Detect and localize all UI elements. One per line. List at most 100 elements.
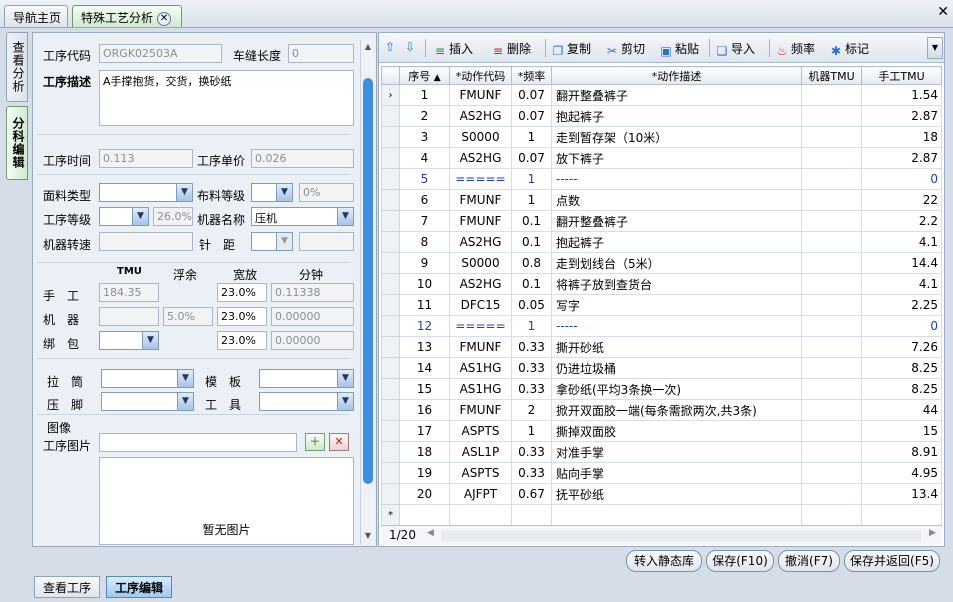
add-image-icon[interactable]: ＋ bbox=[305, 433, 325, 451]
cell-code[interactable]: AS1HG bbox=[449, 357, 512, 379]
cell-code[interactable]: ASPTS bbox=[449, 420, 512, 442]
chevron-down-icon[interactable]: ▼ bbox=[337, 208, 353, 225]
cell-no[interactable]: 9 bbox=[399, 252, 450, 274]
table-row[interactable]: 12 ===== 1 ----- 0 bbox=[381, 315, 942, 337]
save-button[interactable]: 保存(F10) bbox=[706, 550, 774, 572]
cell-desc[interactable]: 对准手掌 bbox=[551, 441, 802, 463]
table-row[interactable]: 8 AS2HG 0.1 抱起裤子 4.1 bbox=[381, 231, 942, 253]
cell-freq[interactable]: 0.33 bbox=[511, 462, 552, 484]
cell-desc[interactable]: 走到暂存架（10米） bbox=[551, 126, 802, 148]
cell-code[interactable]: ASL1P bbox=[449, 441, 512, 463]
cell-freq[interactable]: 0.07 bbox=[511, 147, 552, 169]
cell-machine-tmu[interactable] bbox=[801, 336, 862, 358]
cell-code[interactable]: S0000 bbox=[449, 252, 512, 274]
cell-desc[interactable]: 撕掉双面胶 bbox=[551, 420, 802, 442]
cell-machine-tmu[interactable] bbox=[801, 210, 862, 232]
row-indicator[interactable] bbox=[381, 189, 400, 211]
row-indicator[interactable] bbox=[381, 420, 400, 442]
chevron-down-icon[interactable]: ▼ bbox=[142, 332, 158, 349]
table-row[interactable]: 13 FMUNF 0.33 撕开砂纸 7.26 bbox=[381, 336, 942, 358]
new-row-cell[interactable] bbox=[399, 504, 450, 526]
cell-code[interactable]: FMUNF bbox=[449, 399, 512, 421]
form-scrollbar[interactable]: ▲ ▼ bbox=[360, 40, 374, 545]
table-row[interactable]: 9 S0000 0.8 走到划线台（5米） 14.4 bbox=[381, 252, 942, 274]
chevron-down-icon[interactable]: ▼ bbox=[276, 184, 292, 201]
cell-manual-tmu[interactable]: 22 bbox=[861, 189, 942, 211]
cell-desc[interactable]: 抱起裤子 bbox=[551, 105, 802, 127]
machine-allow[interactable]: 23.0% bbox=[217, 307, 267, 326]
cell-freq[interactable]: 0.07 bbox=[511, 84, 552, 106]
cell-manual-tmu[interactable]: 13.4 bbox=[861, 483, 942, 505]
cell-no[interactable]: 17 bbox=[399, 420, 450, 442]
cell-machine-tmu[interactable] bbox=[801, 357, 862, 379]
cell-desc[interactable]: 仍进垃圾桶 bbox=[551, 357, 802, 379]
cut-button[interactable]: ✂ 剪切 bbox=[605, 40, 645, 58]
fabric-grade-select[interactable]: ▼ bbox=[251, 183, 293, 202]
cell-no[interactable]: 18 bbox=[399, 441, 450, 463]
row-indicator[interactable] bbox=[381, 252, 400, 274]
cell-freq[interactable]: 0.33 bbox=[511, 378, 552, 400]
cell-freq[interactable]: 0.33 bbox=[511, 357, 552, 379]
cell-code[interactable]: FMUNF bbox=[449, 210, 512, 232]
table-row[interactable]: 17 ASPTS 1 撕掉双面胶 15 bbox=[381, 420, 942, 442]
freq-button[interactable]: ♨ 频率 bbox=[775, 40, 815, 58]
side-tab-edit[interactable]: 分科编辑 bbox=[6, 106, 28, 180]
cell-code[interactable]: AS2HG bbox=[449, 105, 512, 127]
row-indicator[interactable] bbox=[381, 441, 400, 463]
cell-desc[interactable]: ----- bbox=[551, 315, 802, 337]
scroll-left-icon[interactable]: ◀ bbox=[427, 528, 434, 538]
cell-machine-tmu[interactable] bbox=[801, 126, 862, 148]
cell-machine-tmu[interactable] bbox=[801, 252, 862, 274]
manual-minute[interactable]: 0.11338 bbox=[271, 283, 354, 302]
row-indicator[interactable] bbox=[381, 483, 400, 505]
cell-freq[interactable]: 0.33 bbox=[511, 441, 552, 463]
header-manual-tmu[interactable]: 手工TMU bbox=[861, 66, 942, 85]
cell-no[interactable]: 3 bbox=[399, 126, 450, 148]
cell-no[interactable]: 7 bbox=[399, 210, 450, 232]
sort-asc-icon[interactable]: ▲ bbox=[434, 73, 441, 83]
fabric-grade-pct[interactable]: 0% bbox=[299, 183, 354, 202]
cell-freq[interactable]: 0.8 bbox=[511, 252, 552, 274]
table-row[interactable]: 7 FMUNF 0.1 翻开整叠裤子 2.2 bbox=[381, 210, 942, 232]
cell-manual-tmu[interactable]: 2.25 bbox=[861, 294, 942, 316]
cell-no[interactable]: 15 bbox=[399, 378, 450, 400]
row-indicator[interactable] bbox=[381, 378, 400, 400]
cell-no[interactable]: 19 bbox=[399, 462, 450, 484]
paste-button[interactable]: ▣ 粘贴 bbox=[659, 40, 699, 58]
cell-freq[interactable]: 0.1 bbox=[511, 210, 552, 232]
save-return-button[interactable]: 保存并返回(F5) bbox=[844, 550, 940, 572]
chevron-down-icon[interactable]: ▼ bbox=[177, 393, 193, 410]
cell-desc[interactable]: ----- bbox=[551, 168, 802, 190]
cell-desc[interactable]: 点数 bbox=[551, 189, 802, 211]
cell-code[interactable]: FMUNF bbox=[449, 336, 512, 358]
delete-button[interactable]: ≡ 删除 bbox=[491, 40, 531, 58]
row-indicator[interactable]: › bbox=[381, 84, 400, 106]
cell-machine-tmu[interactable] bbox=[801, 273, 862, 295]
chevron-down-icon[interactable]: ▼ bbox=[337, 370, 353, 387]
process-grade-pct[interactable]: 26.0% bbox=[153, 207, 193, 226]
header-machine-tmu[interactable]: 机器TMU bbox=[801, 66, 862, 85]
row-indicator[interactable] bbox=[381, 273, 400, 295]
header-code[interactable]: *动作代码 bbox=[449, 66, 512, 85]
table-row[interactable]: › 1 FMUNF 0.07 翻开整叠裤子 1.54 bbox=[381, 84, 942, 106]
horizontal-scrollbar[interactable] bbox=[441, 530, 921, 542]
cell-machine-tmu[interactable] bbox=[801, 441, 862, 463]
table-row[interactable]: 15 AS1HG 0.33 拿砂纸(平均3条换一次) 8.25 bbox=[381, 378, 942, 400]
cell-manual-tmu[interactable]: 8.91 bbox=[861, 441, 942, 463]
table-row[interactable]: 4 AS2HG 0.07 放下裤子 2.87 bbox=[381, 147, 942, 169]
cell-desc[interactable]: 抚平砂纸 bbox=[551, 483, 802, 505]
cell-desc[interactable]: 贴向手掌 bbox=[551, 462, 802, 484]
chevron-down-icon[interactable]: ▼ bbox=[132, 208, 148, 225]
move-up-icon[interactable]: ⇧ bbox=[385, 40, 395, 54]
cell-desc[interactable]: 翻开整叠裤子 bbox=[551, 210, 802, 232]
cell-freq[interactable]: 1 bbox=[511, 315, 552, 337]
machine-speed-field[interactable] bbox=[99, 232, 193, 251]
row-indicator[interactable] bbox=[381, 462, 400, 484]
bundle-minute[interactable]: 0.00000 bbox=[271, 331, 354, 350]
cell-manual-tmu[interactable]: 2.2 bbox=[861, 210, 942, 232]
table-row[interactable]: 14 AS1HG 0.33 仍进垃圾桶 8.25 bbox=[381, 357, 942, 379]
side-tab-view[interactable]: 查看分析 bbox=[6, 32, 28, 102]
bundle-allow[interactable]: 23.0% bbox=[217, 331, 267, 350]
new-row-cell[interactable] bbox=[801, 504, 862, 526]
cell-manual-tmu[interactable]: 2.87 bbox=[861, 147, 942, 169]
